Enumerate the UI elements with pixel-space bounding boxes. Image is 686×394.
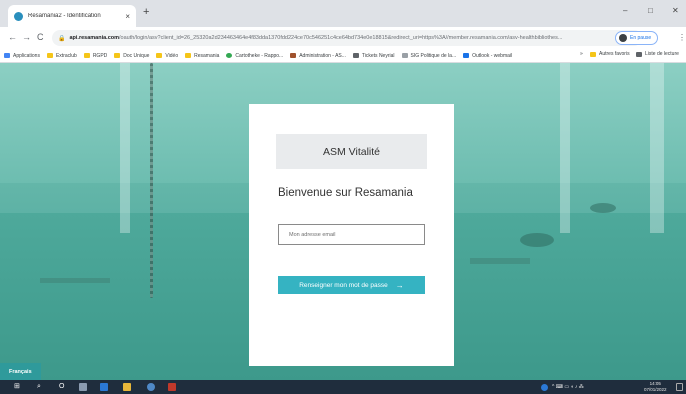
url-text[interactable]: api.resamania.com/oauth/login/asv?client… (69, 35, 624, 41)
background-pillar (560, 63, 570, 233)
chevron-double-right-icon: » (580, 51, 583, 57)
bookmark-item[interactable]: Outlook - webmail (463, 53, 512, 59)
bookmark-label: Extraclub (55, 52, 77, 59)
windows-start-icon[interactable]: ⊞ (14, 383, 20, 391)
reading-list-button[interactable]: Liste de lecture (636, 51, 679, 57)
set-password-button[interactable]: Renseigner mon mot de passe → (278, 276, 425, 294)
reading-list-icon (636, 51, 642, 57)
bookmark-label: Outlook - webmail (472, 52, 513, 59)
bookmarks-bar: Applications Extraclub RGPD Doc Unique V… (0, 49, 686, 63)
cortana-icon[interactable]: O (59, 383, 64, 391)
bookmark-label: Doc Unique (123, 52, 150, 59)
tab-title: Resamania2 - Identification (28, 13, 101, 19)
lock-icon: 🔒 (58, 35, 66, 42)
resamania-favicon-icon (14, 11, 23, 21)
bookmark-item[interactable]: RGPD (83, 52, 108, 59)
login-card: ASM Vitalité Bienvenue sur Resamania Ren… (249, 104, 454, 366)
maximize-icon[interactable]: □ (648, 6, 653, 15)
search-icon[interactable]: ⌕ (37, 383, 41, 391)
browser-menu-icon[interactable]: ⋮ (678, 33, 686, 42)
clock[interactable]: 14:05 07/01/2022 (644, 381, 667, 393)
bookmark-item[interactable]: Tickets Neyrial (352, 52, 395, 59)
minimize-icon[interactable]: – (623, 6, 627, 15)
bookmark-label: Resamania (194, 52, 220, 59)
bookmark-item[interactable]: Administration - AS... (290, 53, 346, 59)
bookmark-label: RGPD (92, 52, 108, 59)
club-logo-box: ASM Vitalité (276, 134, 427, 169)
bookmark-item[interactable]: Extraclub (46, 52, 77, 59)
other-bookmarks-button[interactable]: Autres favoris (590, 51, 630, 57)
folder-icon (590, 51, 596, 57)
email-field[interactable] (278, 224, 425, 245)
folder-icon (114, 53, 121, 58)
bookmark-label: SIG Politique de la... (410, 52, 457, 59)
browser-tab-strip: Resamania2 - Identification × + – □ ✕ (0, 0, 686, 27)
weight-plate (520, 233, 554, 247)
welcome-heading: Bienvenue sur Resamania (278, 187, 413, 199)
site-favicon-icon (290, 53, 297, 58)
gym-bench (40, 278, 110, 283)
other-bookmarks-label: Autres favoris (599, 51, 630, 57)
bookmark-label: Applications (13, 52, 40, 59)
profile-pause-button[interactable]: En pause (615, 31, 659, 45)
bookmarks-more-button[interactable]: » (580, 51, 583, 57)
clock-date: 07/01/2022 (644, 387, 667, 392)
outlook-icon (463, 53, 470, 58)
apps-grid-icon (4, 53, 10, 58)
bookmark-label: Administration - AS... (299, 52, 346, 59)
bookmark-label: Tickets Neyrial (361, 52, 395, 59)
background-pillar (650, 63, 664, 233)
file-explorer-icon[interactable] (123, 383, 131, 391)
teams-icon[interactable] (100, 383, 108, 391)
url-path: /oauth/login/asv?client_id=26_25320a2d23… (119, 35, 563, 41)
background-pillar (120, 63, 130, 233)
reload-icon[interactable]: C (37, 32, 44, 42)
bookmark-item[interactable]: Vidéo (156, 53, 178, 59)
bookmark-item[interactable]: Cartotheke - Rappo... (226, 53, 283, 59)
bookmark-item[interactable]: SIG Politique de la... (401, 52, 457, 59)
site-favicon-icon (352, 53, 359, 58)
bookmark-item[interactable]: Applications (4, 53, 40, 59)
club-name: ASM Vitalité (323, 145, 380, 158)
set-password-label: Renseigner mon mot de passe (299, 281, 388, 289)
pause-label: En pause (630, 35, 652, 41)
onedrive-icon[interactable] (541, 384, 548, 391)
task-view-icon[interactable] (79, 383, 87, 391)
browser-toolbar: ← → C 🔒 api.resamania.com/oauth/login/as… (0, 27, 686, 49)
taskbar: ⊞ ⌕ O ^ ⌨ ▭ ◖ ♪ ⁂ 14:05 07/01/2022 (0, 380, 686, 394)
reading-list-label: Liste de lecture (645, 51, 679, 57)
new-tab-icon[interactable]: + (143, 7, 149, 18)
address-bar[interactable]: 🔒 api.resamania.com/oauth/login/asv?clie… (52, 30, 642, 46)
close-window-icon[interactable]: ✕ (672, 6, 679, 15)
folder-icon (46, 53, 53, 58)
page-content: ASM Vitalité Bienvenue sur Resamania Ren… (0, 63, 686, 380)
bookmark-item[interactable]: Doc Unique (114, 53, 149, 59)
bookmark-item[interactable]: Resamania (185, 53, 219, 59)
weight-plate (590, 203, 616, 213)
bookmark-label: Cartotheke - Rappo... (235, 52, 284, 59)
chrome-icon[interactable] (147, 383, 155, 391)
bookmark-label: Vidéo (165, 52, 179, 59)
back-icon[interactable]: ← (8, 32, 17, 42)
folder-icon (156, 53, 163, 58)
climbing-rope (150, 63, 153, 298)
forward-icon[interactable]: → (22, 32, 31, 42)
profile-avatar (619, 34, 627, 42)
arrow-right-icon: → (395, 280, 404, 290)
tab-close-icon[interactable]: × (125, 12, 130, 21)
site-favicon-icon (401, 53, 408, 58)
system-tray-icons[interactable]: ^ ⌨ ▭ ◖ ♪ ⁂ (552, 384, 584, 390)
app-icon[interactable] (168, 383, 176, 391)
notification-icon[interactable] (676, 383, 683, 391)
gym-bench (470, 258, 530, 264)
browser-tab[interactable]: Resamania2 - Identification × (8, 5, 136, 27)
folder-icon (185, 53, 192, 58)
site-favicon-icon (226, 53, 233, 58)
folder-icon (83, 53, 90, 58)
language-selector[interactable]: Français (0, 363, 41, 380)
url-domain: api.resamania.com (69, 35, 120, 41)
